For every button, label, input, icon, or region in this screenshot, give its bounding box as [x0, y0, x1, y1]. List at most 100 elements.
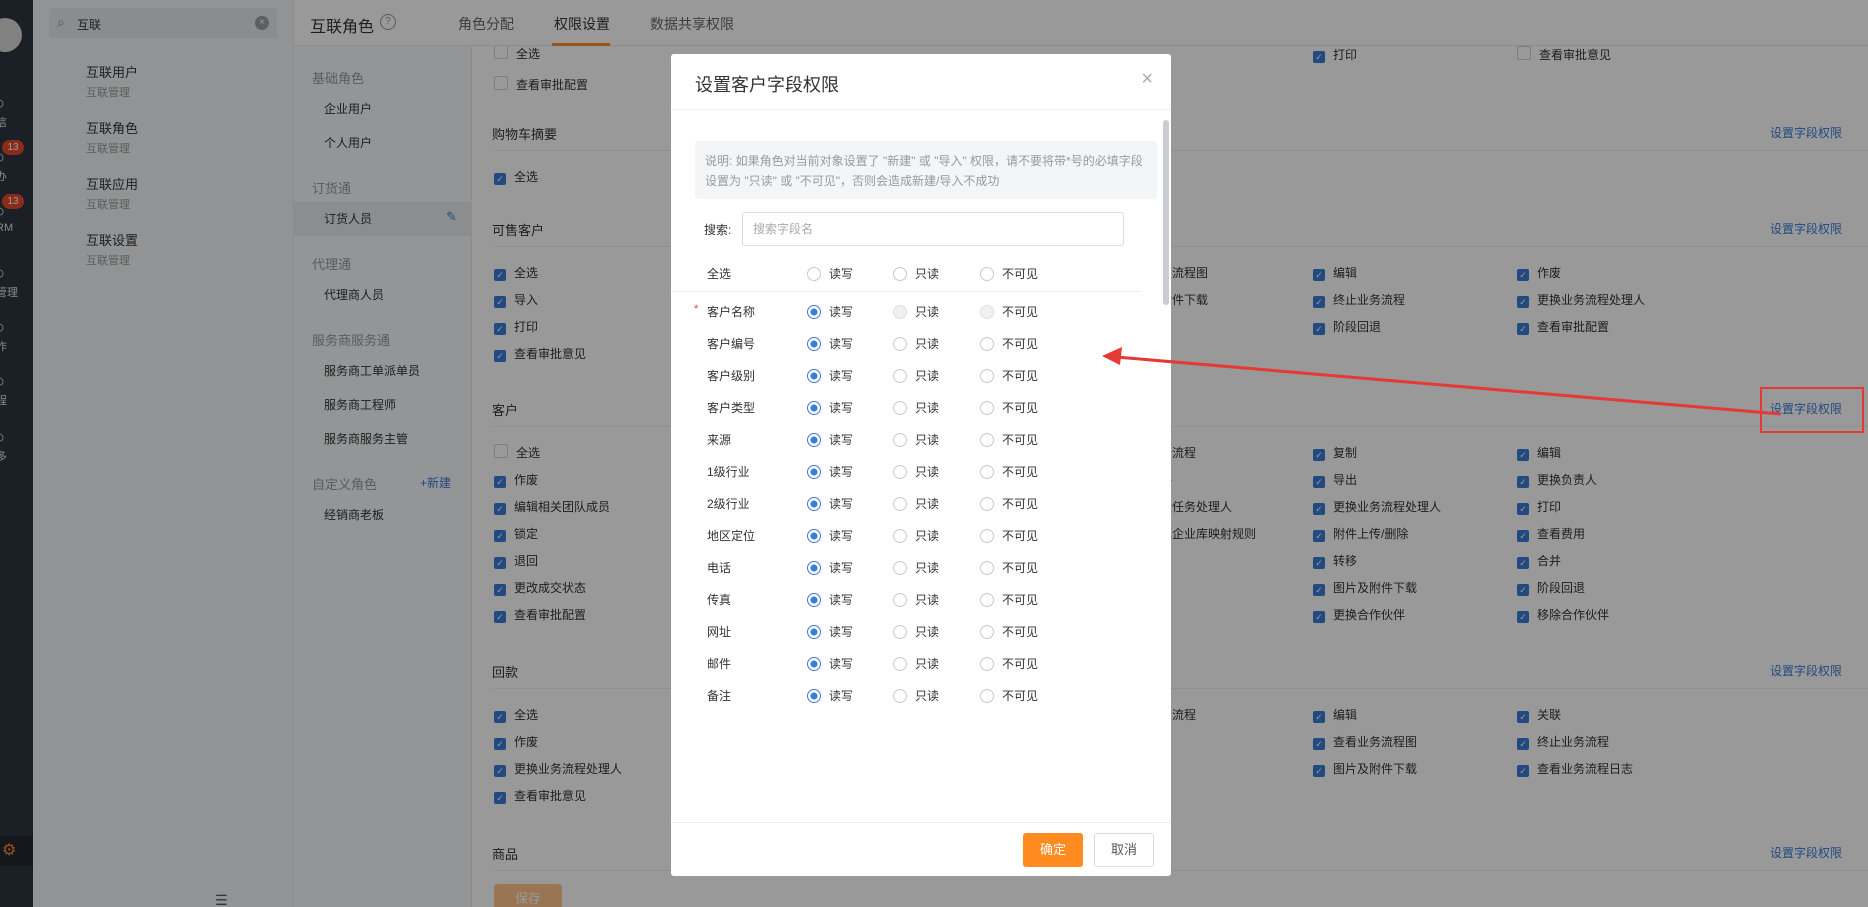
- radio-option[interactable]: 不可见: [980, 527, 1038, 544]
- radio-circle[interactable]: [807, 625, 821, 639]
- radio-option[interactable]: 只读: [893, 655, 939, 672]
- close-icon[interactable]: ×: [1141, 68, 1153, 91]
- radio-circle[interactable]: [807, 267, 821, 281]
- radio-circle[interactable]: [807, 657, 821, 671]
- radio-circle[interactable]: [980, 267, 994, 281]
- radio-option[interactable]: 不可见: [980, 463, 1038, 480]
- radio-option[interactable]: 不可见: [980, 303, 1038, 320]
- radio-circle[interactable]: [893, 433, 907, 447]
- radio-circle[interactable]: [980, 657, 994, 671]
- radio-option[interactable]: 只读: [893, 495, 939, 512]
- radio-label: 只读: [915, 433, 940, 447]
- radio-circle[interactable]: [980, 337, 994, 351]
- radio-option[interactable]: 只读: [893, 303, 939, 320]
- radio-circle[interactable]: [893, 529, 907, 543]
- radio-option[interactable]: 不可见: [980, 367, 1038, 384]
- confirm-button[interactable]: 确定: [1023, 833, 1083, 867]
- radio-option[interactable]: 读写: [807, 687, 853, 704]
- radio-circle[interactable]: [807, 465, 821, 479]
- radio-circle[interactable]: [807, 593, 821, 607]
- field-search-input[interactable]: 搜索字段名: [742, 212, 1124, 246]
- radio-circle[interactable]: [893, 369, 907, 383]
- radio-option[interactable]: 读写: [807, 303, 853, 320]
- radio-option[interactable]: 读写: [807, 655, 853, 672]
- radio-option[interactable]: 只读: [893, 591, 939, 608]
- modal-scrollbar[interactable]: [1163, 120, 1169, 305]
- radio-circle[interactable]: [893, 497, 907, 511]
- radio-option[interactable]: 不可见: [980, 335, 1038, 352]
- radio-circle[interactable]: [980, 593, 994, 607]
- radio-label: 不可见: [1002, 561, 1039, 575]
- radio-circle[interactable]: [893, 561, 907, 575]
- radio-label: 不可见: [1002, 529, 1039, 543]
- radio-circle[interactable]: [980, 433, 994, 447]
- radio-label: 不可见: [1002, 497, 1039, 511]
- radio-circle[interactable]: [807, 337, 821, 351]
- radio-circle[interactable]: [807, 561, 821, 575]
- radio-option[interactable]: 不可见: [980, 265, 1038, 282]
- radio-option[interactable]: 读写: [807, 623, 853, 640]
- radio-option[interactable]: 只读: [893, 623, 939, 640]
- radio-option[interactable]: 只读: [893, 527, 939, 544]
- radio-circle[interactable]: [980, 689, 994, 703]
- radio-circle[interactable]: [980, 497, 994, 511]
- radio-option[interactable]: 不可见: [980, 655, 1038, 672]
- radio-circle[interactable]: [980, 305, 994, 319]
- radio-option[interactable]: 只读: [893, 463, 939, 480]
- radio-circle[interactable]: [807, 497, 821, 511]
- radio-option[interactable]: 只读: [893, 265, 939, 282]
- radio-circle[interactable]: [893, 267, 907, 281]
- radio-option[interactable]: 不可见: [980, 559, 1038, 576]
- cancel-button[interactable]: 取消: [1094, 833, 1154, 867]
- radio-option[interactable]: 只读: [893, 367, 939, 384]
- radio-option[interactable]: 不可见: [980, 399, 1038, 416]
- radio-option[interactable]: 只读: [893, 335, 939, 352]
- radio-circle[interactable]: [807, 401, 821, 415]
- radio-label: 只读: [915, 337, 940, 351]
- radio-circle[interactable]: [893, 657, 907, 671]
- modal-footer: 确定 取消: [671, 822, 1171, 876]
- radio-option[interactable]: 只读: [893, 431, 939, 448]
- radio-label: 读写: [829, 625, 854, 639]
- radio-option[interactable]: 读写: [807, 463, 853, 480]
- radio-option[interactable]: 读写: [807, 335, 853, 352]
- radio-circle[interactable]: [893, 593, 907, 607]
- radio-label: 只读: [915, 267, 940, 281]
- radio-option[interactable]: 不可见: [980, 687, 1038, 704]
- field-name: 来源: [707, 433, 732, 447]
- radio-option[interactable]: 读写: [807, 495, 853, 512]
- radio-circle[interactable]: [807, 305, 821, 319]
- radio-option[interactable]: 读写: [807, 591, 853, 608]
- radio-circle[interactable]: [893, 305, 907, 319]
- radio-circle[interactable]: [807, 529, 821, 543]
- radio-option[interactable]: 读写: [807, 367, 853, 384]
- radio-circle[interactable]: [893, 625, 907, 639]
- radio-option[interactable]: 读写: [807, 431, 853, 448]
- radio-circle[interactable]: [980, 561, 994, 575]
- radio-option[interactable]: 读写: [807, 399, 853, 416]
- radio-label: 只读: [915, 657, 940, 671]
- search-label: 搜索:: [704, 223, 732, 237]
- radio-option[interactable]: 读写: [807, 265, 853, 282]
- radio-option[interactable]: 只读: [893, 399, 939, 416]
- radio-circle[interactable]: [980, 401, 994, 415]
- radio-circle[interactable]: [980, 465, 994, 479]
- radio-circle[interactable]: [980, 529, 994, 543]
- radio-option[interactable]: 不可见: [980, 591, 1038, 608]
- radio-circle[interactable]: [807, 369, 821, 383]
- radio-option[interactable]: 读写: [807, 527, 853, 544]
- radio-option[interactable]: 只读: [893, 687, 939, 704]
- radio-option[interactable]: 不可见: [980, 431, 1038, 448]
- radio-circle[interactable]: [893, 465, 907, 479]
- radio-circle[interactable]: [893, 337, 907, 351]
- radio-option[interactable]: 只读: [893, 559, 939, 576]
- radio-option[interactable]: 不可见: [980, 623, 1038, 640]
- radio-circle[interactable]: [980, 625, 994, 639]
- radio-option[interactable]: 不可见: [980, 495, 1038, 512]
- radio-circle[interactable]: [893, 401, 907, 415]
- radio-circle[interactable]: [807, 689, 821, 703]
- radio-option[interactable]: 读写: [807, 559, 853, 576]
- radio-circle[interactable]: [893, 689, 907, 703]
- radio-circle[interactable]: [807, 433, 821, 447]
- radio-circle[interactable]: [980, 369, 994, 383]
